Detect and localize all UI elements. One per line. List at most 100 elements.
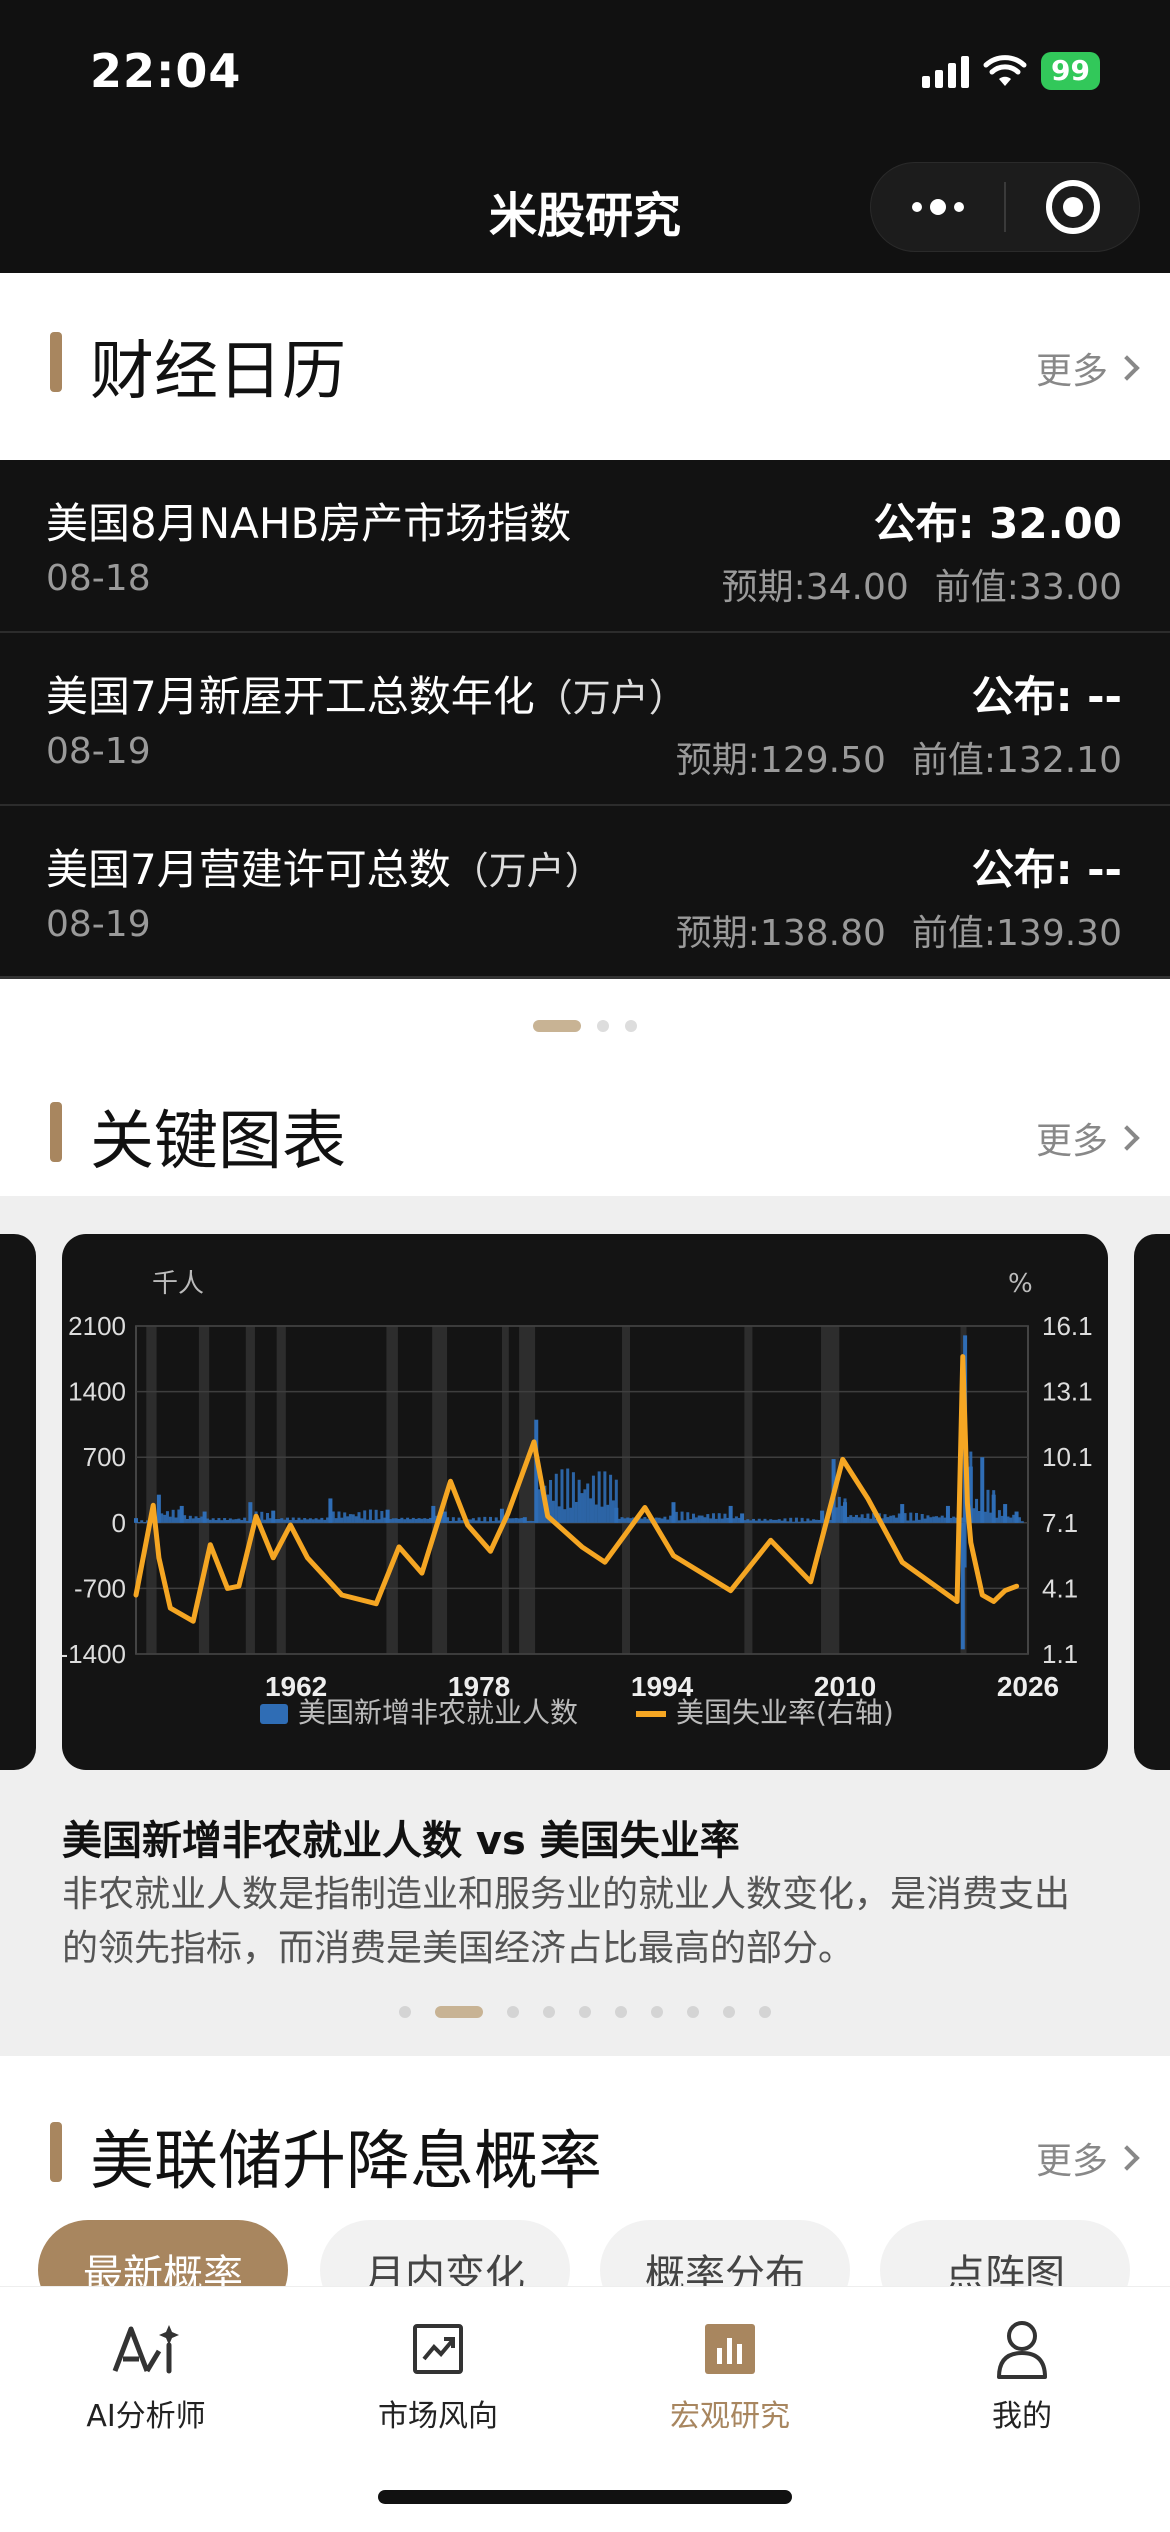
next-chart-card[interactable] — [1134, 1234, 1170, 1770]
calendar-row[interactable]: 美国8月NAHB房产市场指数 08-18 公布: 32.00 预期:34.00 前… — [0, 460, 1170, 633]
calendar-event-name: 美国8月NAHB房产市场指数 — [46, 490, 571, 551]
payroll-bar — [171, 1509, 175, 1523]
payroll-bar — [323, 1519, 327, 1523]
calendar-event-date: 08-18 — [46, 558, 151, 599]
payroll-bar — [663, 1516, 667, 1523]
tab-profile[interactable]: 我的 — [912, 2317, 1132, 2435]
payroll-bar — [1003, 1512, 1007, 1523]
payroll-bar — [995, 1517, 999, 1523]
tab-monthly-change[interactable]: 月内变化 — [320, 2220, 570, 2286]
payroll-bar — [1009, 1517, 1013, 1523]
payroll-bar — [474, 1520, 478, 1523]
payroll-bar — [214, 1520, 218, 1523]
payroll-bar — [371, 1519, 375, 1523]
pager-dot — [687, 2006, 699, 2018]
payroll-bar — [626, 1517, 630, 1523]
payroll-bar — [752, 1518, 756, 1523]
payroll-bar — [194, 1516, 198, 1523]
payroll-bar — [726, 1517, 730, 1523]
payroll-bar — [854, 1514, 858, 1523]
payroll-bar — [952, 1516, 956, 1523]
calendar-event-date: 08-19 — [46, 904, 151, 945]
payroll-bar — [786, 1521, 790, 1523]
payroll-bar — [657, 1517, 661, 1523]
payroll-bar — [883, 1514, 887, 1523]
trend-chart-icon — [328, 2317, 548, 2381]
payroll-bar — [414, 1518, 418, 1523]
payroll-bar — [220, 1520, 224, 1523]
previous-chart-card[interactable] — [0, 1234, 36, 1770]
payroll-bar — [963, 1522, 967, 1568]
payroll-bar — [291, 1517, 295, 1523]
chart-carousel[interactable]: 2100 1400 700 0 -700 -1400 16.1 13.1 10.1 7.1 4.1 1… — [0, 1196, 1170, 2056]
top-bar: 22:04 99 米股研究 — [0, 0, 1170, 273]
calendar-row[interactable]: 美国7月新屋开工总数年化（万户） 08-19 公布: -- 预期:129.50 前… — [0, 633, 1170, 806]
payroll-bar — [591, 1475, 595, 1523]
payroll-bar — [191, 1518, 195, 1523]
tab-ai-analyst[interactable]: AI分析师 — [36, 2317, 256, 2435]
payroll-bar — [160, 1513, 164, 1523]
calendar-row[interactable]: 美国7月营建许可总数（万户） 08-19 公布: -- 预期:138.80 前值:… — [0, 806, 1170, 979]
tab-market-trend[interactable]: 市场风向 — [328, 2317, 548, 2435]
payroll-bar — [286, 1517, 290, 1523]
key-charts-more-link[interactable]: 更多 — [1036, 1112, 1140, 1164]
calendar-title: 财经日历 — [90, 335, 346, 409]
fed-rate-more-link[interactable]: 更多 — [1036, 2132, 1140, 2184]
calendar-pager[interactable] — [0, 1020, 1170, 1032]
payroll-bar — [860, 1514, 864, 1523]
payroll-bar — [406, 1517, 410, 1523]
payroll-bar — [366, 1519, 370, 1523]
y-left-tick-label: -1400 — [62, 1639, 126, 1669]
tab-probability-distribution[interactable]: 概率分布 — [600, 2220, 850, 2286]
payroll-bar — [892, 1515, 896, 1523]
fed-rate-tabs: 最新概率 月内变化 概率分布 点阵图 — [0, 2216, 1170, 2286]
payroll-bar — [889, 1515, 893, 1523]
payroll-bar — [300, 1519, 304, 1523]
payroll-bar — [343, 1512, 347, 1523]
chart-card[interactable]: 2100 1400 700 0 -700 -1400 16.1 13.1 10.1 7.1 4.1 1… — [62, 1234, 1108, 1770]
calendar-published-value: 公布: 32.00 — [873, 499, 1122, 548]
event-unit: （万户） — [534, 676, 687, 720]
tab-macro-research[interactable]: 宏观研究 — [620, 2317, 840, 2435]
recession-band — [198, 1326, 210, 1654]
legend-label-payrolls: 美国新增非农就业人数 — [298, 1696, 578, 1729]
payroll-bar — [666, 1519, 670, 1523]
payroll-bar — [989, 1512, 993, 1523]
payroll-bar — [809, 1520, 813, 1523]
payroll-bar — [669, 1515, 673, 1523]
payroll-bar — [972, 1508, 976, 1523]
payroll-bar — [866, 1513, 870, 1523]
payroll-bar — [723, 1513, 727, 1523]
close-program-button[interactable] — [1006, 163, 1139, 251]
tab-dot-plot[interactable]: 点阵图 — [880, 2220, 1130, 2286]
payroll-bar — [203, 1517, 207, 1523]
tab-latest-probability[interactable]: 最新概率 — [38, 2220, 288, 2286]
y-right-tick-label: 16.1 — [1042, 1311, 1093, 1341]
calendar-more-link[interactable]: 更多 — [1036, 342, 1140, 394]
chart-pager[interactable] — [0, 2006, 1170, 2018]
expected-value: 预期:129.50 — [675, 740, 886, 781]
payroll-bar — [894, 1517, 898, 1523]
calendar-event-name: 美国7月新屋开工总数年化（万户） — [46, 663, 687, 724]
payroll-bar — [606, 1504, 610, 1523]
payroll-bar — [557, 1506, 561, 1523]
payroll-bar — [577, 1479, 581, 1523]
payroll-bar — [800, 1517, 804, 1523]
chevron-right-icon — [1114, 1125, 1140, 1151]
payroll-bar — [732, 1518, 736, 1523]
y-left-tick-label: -700 — [74, 1573, 126, 1603]
payroll-bar — [832, 1517, 836, 1523]
payroll-bar — [163, 1514, 167, 1523]
payroll-bar — [917, 1519, 921, 1523]
payroll-bar — [774, 1519, 778, 1523]
payroll-bar — [600, 1506, 604, 1523]
plot-frame — [135, 1325, 1029, 1655]
payroll-bar — [494, 1517, 498, 1523]
payroll-bar — [451, 1517, 455, 1523]
payroll-bar — [712, 1513, 716, 1523]
payroll-bar — [783, 1518, 787, 1523]
payroll-bar — [760, 1520, 764, 1523]
payroll-bar — [980, 1496, 984, 1523]
payroll-bar — [677, 1520, 681, 1523]
more-menu-button[interactable] — [871, 163, 1004, 251]
